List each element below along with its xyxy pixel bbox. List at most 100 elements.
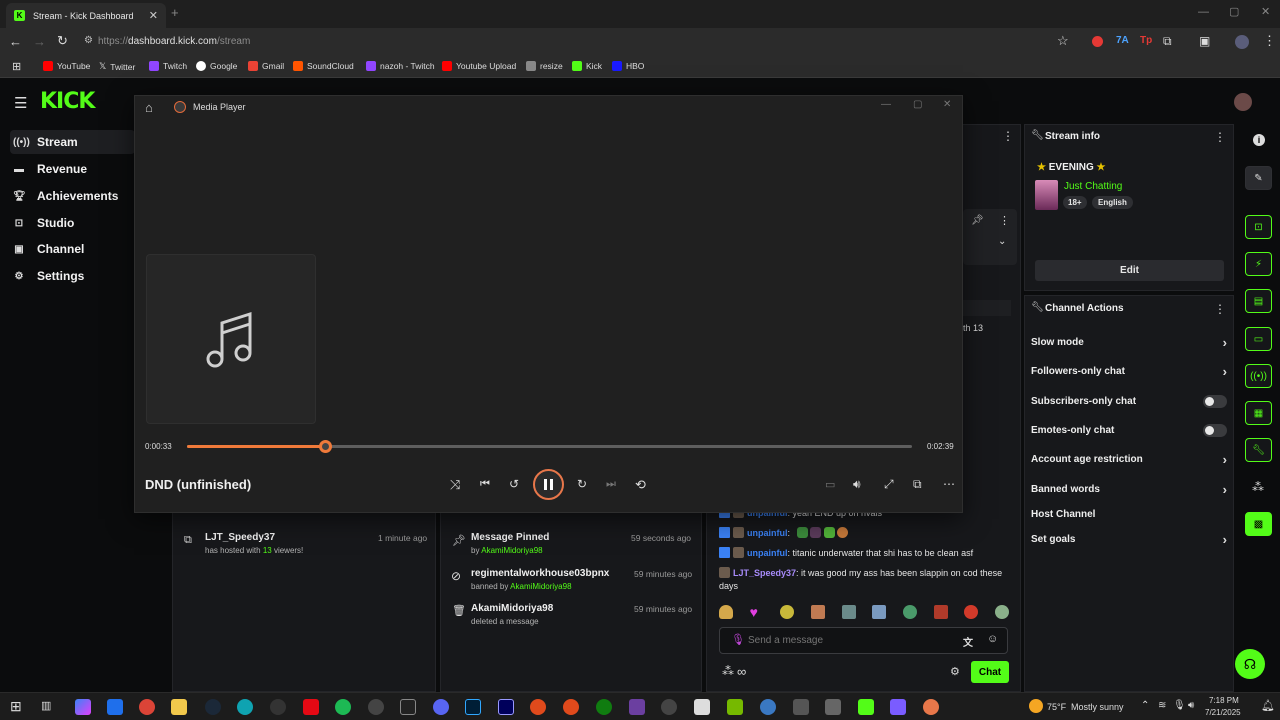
lightning-widget-button[interactable]: ⚡︎ <box>1245 252 1272 276</box>
file-explorer-icon[interactable] <box>171 699 187 715</box>
category-link[interactable]: Just Chatting <box>1064 181 1122 192</box>
chat-send-button[interactable]: Chat <box>971 661 1009 683</box>
notes-widget-button[interactable]: ▤ <box>1245 289 1272 313</box>
netflix-icon[interactable] <box>303 699 319 715</box>
emote-icon[interactable] <box>964 605 979 619</box>
bookmark-youtube[interactable]: YouTube <box>43 61 90 71</box>
apps-grid-icon[interactable]: ⊞ <box>12 60 21 73</box>
microphone-icon[interactable]: 🎙︎ <box>731 633 745 646</box>
mp-close-icon[interactable]: ✕ <box>943 99 951 110</box>
bookmark-youtube-upload[interactable]: Youtube Upload <box>442 61 516 71</box>
tray-chevron-icon[interactable]: ⌃ <box>1141 700 1149 711</box>
bookmark-nazoh-twitch[interactable]: nazoh - Twitch <box>366 61 435 71</box>
emote-icon[interactable] <box>872 605 887 619</box>
browser-tab[interactable]: K Stream - Kick Dashboard ✕ <box>6 3 166 28</box>
sidebar-item-channel[interactable]: ▣ Channel <box>10 237 135 261</box>
forward-icon[interactable]: → <box>33 34 46 49</box>
photoshop-icon[interactable] <box>465 699 481 715</box>
previous-track-icon[interactable]: ⏮︎ <box>480 478 490 491</box>
seek-bar[interactable] <box>187 440 912 453</box>
pinned-options-icon[interactable]: ⋮ <box>999 214 1010 227</box>
seek-thumb[interactable] <box>318 440 332 453</box>
slow-mode-row[interactable]: Slow mode › <box>1031 332 1227 352</box>
extensions-puzzle-icon[interactable]: ⧉ <box>1163 34 1172 49</box>
browser-menu-icon[interactable]: ⋮ <box>1263 33 1276 49</box>
edge-icon[interactable] <box>237 699 253 715</box>
edit-button[interactable]: Edit <box>1035 260 1224 281</box>
notifications-icon[interactable]: 🔔︎ <box>1261 699 1275 712</box>
sidebar-item-studio[interactable]: ⊡ Studio <box>10 211 135 235</box>
obs-icon[interactable] <box>270 699 286 715</box>
clock-time[interactable]: 7:18 PM <box>1209 696 1239 705</box>
wifi-icon[interactable]: ≋ <box>1158 700 1166 711</box>
tools-widget-button[interactable]: 🔧︎ <box>1245 438 1272 462</box>
bookmark-twitch[interactable]: Twitch <box>149 61 187 71</box>
extension-icon[interactable] <box>1092 36 1103 47</box>
epic-games-icon[interactable] <box>400 699 416 715</box>
heart-emote-icon[interactable]: ♥ <box>750 605 764 619</box>
xbox-icon[interactable] <box>596 699 612 715</box>
app-icon[interactable] <box>368 699 384 715</box>
dots-icon[interactable]: ⁂ <box>722 664 734 678</box>
channel-actions-options-icon[interactable]: ⋮ <box>1214 302 1226 316</box>
chat-settings-icon[interactable]: ⚙ <box>950 665 960 678</box>
app-icon[interactable] <box>629 699 645 715</box>
captions-icon[interactable]: ▭ <box>825 478 835 491</box>
emote-icon[interactable] <box>841 605 856 619</box>
app-icon[interactable] <box>760 699 776 715</box>
clock-date[interactable]: 7/21/2025 <box>1205 708 1241 717</box>
nvidia-icon[interactable] <box>727 699 743 715</box>
emote-icon[interactable] <box>810 605 825 619</box>
emote-icon[interactable] <box>719 605 733 619</box>
start-menu-icon[interactable]: ⊞ <box>10 698 22 715</box>
stream-info-options-icon[interactable]: ⋮ <box>1214 130 1226 144</box>
discord-icon[interactable] <box>433 699 449 715</box>
bookmark-hbo[interactable]: HBO <box>612 61 644 71</box>
premiere-icon[interactable] <box>498 699 514 715</box>
bookmark-twitter[interactable]: 𝕏 Twitter <box>99 61 135 72</box>
sidebar-item-revenue[interactable]: ▬ Revenue <box>10 157 135 181</box>
bookmark-gmail[interactable]: Gmail <box>248 61 284 71</box>
host-channel-row[interactable]: Host Channel <box>1031 504 1227 524</box>
app-icon[interactable] <box>563 699 579 715</box>
new-tab-icon[interactable]: + <box>171 5 179 20</box>
sidebar-item-achievements[interactable]: 🏆︎ Achievements <box>10 184 135 208</box>
app-icon[interactable] <box>694 699 710 715</box>
mp-maximize-icon[interactable]: ▢ <box>913 99 922 110</box>
app-icon[interactable] <box>890 699 906 715</box>
copilot-icon[interactable] <box>75 699 91 715</box>
emotes-only-toggle[interactable] <box>1203 423 1227 437</box>
emoji-picker-icon[interactable]: ☺ <box>987 633 998 645</box>
next-track-icon[interactable]: ⏭︎ <box>606 478 616 491</box>
broadcast-widget-button[interactable]: ((•)) <box>1245 364 1272 388</box>
store-icon[interactable] <box>107 699 123 715</box>
chrome-icon[interactable] <box>139 699 155 715</box>
shuffle-icon[interactable]: ⤨ <box>450 477 460 493</box>
mini-player-icon[interactable]: ⧉ <box>913 477 922 492</box>
chat-message-input[interactable] <box>748 632 948 649</box>
side-panel-icon[interactable]: ▣ <box>1199 34 1210 48</box>
bookmark-kick[interactable]: Kick <box>572 61 602 71</box>
category-thumbnail[interactable] <box>1035 180 1058 210</box>
app-icon[interactable] <box>661 699 677 715</box>
reload-icon[interactable]: ↻ <box>57 33 68 49</box>
url-field[interactable]: https://dashboard.kick.com/stream <box>98 36 250 47</box>
followers-only-row[interactable]: Followers-only chat › <box>1031 361 1227 381</box>
hamburger-menu-icon[interactable]: ☰ <box>14 94 27 112</box>
bookmark-google[interactable]: Google <box>196 61 237 71</box>
layout-widget-button[interactable]: ▦ <box>1245 401 1272 425</box>
bookmark-resize[interactable]: resize <box>526 61 563 71</box>
info-icon[interactable]: i <box>1253 134 1265 146</box>
app-icon[interactable] <box>793 699 809 715</box>
more-options-icon[interactable]: ⋯ <box>943 477 955 491</box>
media-player-taskbar-icon[interactable] <box>923 699 939 715</box>
dots-icon[interactable]: ⁂ <box>1252 480 1264 494</box>
repeat-off-icon[interactable]: ⟲ <box>635 477 646 493</box>
banned-words-row[interactable]: Banned words › <box>1031 479 1227 499</box>
emote-icon[interactable] <box>933 605 948 619</box>
support-chat-button[interactable]: ☊ <box>1235 649 1265 679</box>
app-icon[interactable] <box>530 699 546 715</box>
infinity-icon[interactable]: ∞ <box>737 664 746 679</box>
play-pause-button[interactable] <box>533 469 564 500</box>
sidebar-item-settings[interactable]: ⚙ Settings <box>10 264 135 288</box>
